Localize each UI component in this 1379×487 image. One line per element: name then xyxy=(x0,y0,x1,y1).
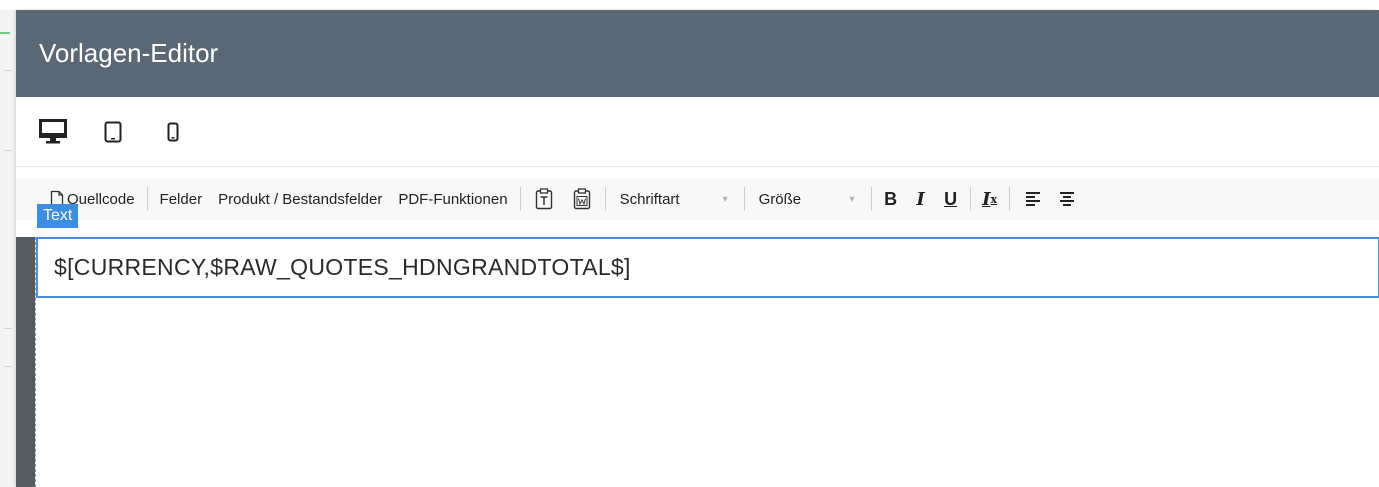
paste-as-text-button[interactable] xyxy=(531,185,557,213)
text-block-tag: Text xyxy=(37,204,79,228)
text-block-content[interactable]: $[CURRENCY,$RAW_QUOTES_HDNGRANDTOTAL$] xyxy=(54,254,631,281)
page: Vorlagen-Editor Quellcode Felder Produkt… xyxy=(0,0,1379,487)
device-preview-bar xyxy=(16,97,1379,167)
pdf-functions-menu[interactable]: PDF-Funktionen xyxy=(390,185,515,213)
modal-header: Vorlagen-Editor xyxy=(16,10,1379,97)
align-center-button[interactable] xyxy=(1054,185,1080,213)
modal-title: Vorlagen-Editor xyxy=(39,38,219,68)
product-fields-menu[interactable]: Produkt / Bestandsfelder xyxy=(210,185,390,213)
italic-button[interactable]: I xyxy=(906,185,936,213)
editor-left-rail xyxy=(16,237,35,487)
font-size-select[interactable]: Größe ▼ xyxy=(749,185,867,213)
toolbar-separator xyxy=(1008,187,1010,211)
editor-canvas[interactable]: $[CURRENCY,$RAW_QUOTES_HDNGRANDTOTAL$] xyxy=(35,237,1379,487)
underline-button[interactable]: U xyxy=(936,185,966,213)
paste-from-word-button[interactable] xyxy=(569,185,595,213)
bold-button[interactable]: B xyxy=(876,185,906,213)
remove-format-subscript: x xyxy=(990,192,998,206)
background-divider xyxy=(4,328,12,329)
tablet-view-button[interactable] xyxy=(96,115,130,149)
tablet-icon xyxy=(104,121,122,142)
font-size-label: Größe xyxy=(758,190,802,208)
align-center-icon xyxy=(1059,192,1074,206)
desktop-view-button[interactable] xyxy=(36,115,70,149)
font-family-label: Schriftart xyxy=(619,190,680,208)
template-editor-modal: Vorlagen-Editor Quellcode Felder Produkt… xyxy=(16,10,1379,487)
background-divider xyxy=(4,70,12,71)
toolbar-separator xyxy=(146,187,148,211)
toolbar-separator xyxy=(519,187,521,211)
chevron-down-icon: ▼ xyxy=(720,194,730,204)
toolbar-separator xyxy=(604,187,606,211)
editor-toolbar: Quellcode Felder Produkt / Bestandsfelde… xyxy=(16,178,1379,220)
fields-menu[interactable]: Felder xyxy=(152,185,211,213)
background-accent-line xyxy=(0,32,10,34)
phone-view-button[interactable] xyxy=(156,115,190,149)
paste-as-text-icon xyxy=(535,188,552,210)
toolbar-separator xyxy=(870,187,872,211)
align-left-button[interactable] xyxy=(1020,185,1046,213)
align-left-icon xyxy=(1025,192,1040,206)
phone-icon xyxy=(167,122,179,141)
font-family-select[interactable]: Schriftart ▼ xyxy=(610,185,740,213)
background-divider xyxy=(4,366,12,367)
chevron-down-icon: ▼ xyxy=(847,194,857,204)
remove-format-icon: I xyxy=(982,188,991,210)
toolbar-separator xyxy=(969,187,971,211)
paste-from-word-icon xyxy=(573,188,590,210)
background-page-edge xyxy=(0,10,16,487)
toolbar-separator xyxy=(743,187,745,211)
background-divider xyxy=(4,150,12,151)
desktop-icon xyxy=(39,118,67,143)
remove-format-button[interactable]: Ix xyxy=(975,185,1005,213)
text-block[interactable]: $[CURRENCY,$RAW_QUOTES_HDNGRANDTOTAL$] xyxy=(36,237,1379,298)
